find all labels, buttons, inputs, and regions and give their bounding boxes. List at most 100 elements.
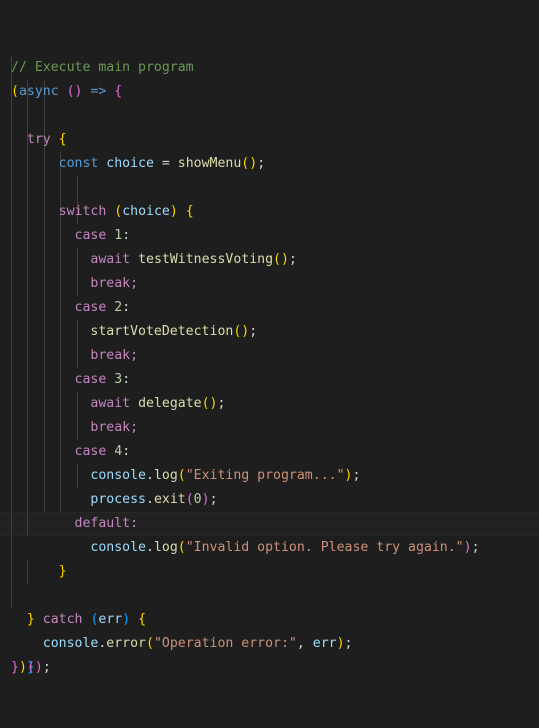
bracket-token: ( [177, 468, 186, 483]
indent-guides [0, 104, 539, 128]
code-line[interactable] [0, 104, 539, 128]
bracket-token: ( [114, 204, 123, 219]
semicolon: ; [217, 396, 226, 411]
keyword-token: default: [74, 516, 139, 531]
bracket-token: ) [463, 540, 472, 555]
bracket-token: ( [177, 540, 186, 555]
bracket-token: ( [146, 636, 154, 651]
bracket-token: ) [169, 204, 178, 219]
bracket-token: { [138, 612, 147, 627]
bracket-token: ( [185, 492, 194, 507]
function-token: testWitnessVoting [138, 252, 274, 267]
variable-token: process [90, 492, 146, 507]
string-token: "Operation error:" [153, 636, 297, 651]
keyword-token: case [74, 300, 107, 315]
semicolon: ; [352, 468, 361, 483]
keyword-token: await [90, 252, 131, 267]
colon: : [122, 444, 131, 459]
semicolon: ; [344, 636, 353, 651]
keyword-token: async [18, 84, 59, 99]
operator-token: = [153, 156, 178, 171]
keyword-token: catch [42, 612, 83, 627]
bracket-token: } [58, 564, 67, 579]
semicolon: ; [471, 540, 480, 555]
keyword-token: case [74, 228, 107, 243]
function-token: delegate [138, 396, 202, 411]
bracket-token: { [58, 132, 67, 147]
keyword-token: await [90, 396, 131, 411]
variable-token: err [312, 636, 337, 651]
function-token: exit [153, 492, 186, 507]
variable-token: choice [106, 156, 154, 171]
bracket-token: ) [34, 660, 43, 675]
colon: : [122, 300, 131, 315]
arrow-token: => [90, 84, 107, 99]
keyword-token: const [58, 156, 99, 171]
code-editor[interactable]: // Execute main program (async () => { t… [0, 0, 539, 675]
comment-token: // Execute main program [11, 60, 194, 75]
code-content[interactable]: // Execute main program (async () => { t… [0, 8, 539, 675]
function-token: log [153, 540, 178, 555]
string-token: "Exiting program..." [185, 468, 345, 483]
keyword-token: break; [90, 420, 139, 435]
bracket-token: } [11, 660, 19, 675]
semicolon: ; [42, 660, 51, 675]
string-token: "Invalid option. Please try again." [185, 540, 464, 555]
keyword-token: case [74, 372, 107, 387]
dot: . [145, 492, 154, 507]
number-token: 1 [114, 228, 123, 243]
variable-token: console [90, 468, 146, 483]
bracket-token: () [233, 324, 250, 339]
bracket-token: ) [122, 612, 131, 627]
function-token: showMenu [177, 156, 242, 171]
colon: : [122, 228, 131, 243]
bracket-token: ( [11, 84, 19, 99]
bracket-token: ) [201, 492, 210, 507]
number-token: 2 [114, 300, 123, 315]
bracket-token: ( [90, 612, 99, 627]
keyword-token: break; [90, 348, 139, 363]
bracket-token: { [185, 204, 194, 219]
comma: , [296, 636, 313, 651]
bracket-token: ( [26, 660, 35, 675]
bracket-token: () [201, 396, 218, 411]
bracket-token: () [273, 252, 289, 267]
function-token: log [153, 468, 178, 483]
bracket-token: () [66, 84, 83, 99]
variable-token: console [90, 540, 146, 555]
keyword-token: break; [90, 276, 139, 291]
code-line[interactable]: // Execute main program [0, 8, 539, 75]
semicolon: ; [209, 492, 218, 507]
bracket-token: () [241, 156, 258, 171]
semicolon: ; [249, 324, 258, 339]
function-token: error [106, 636, 146, 651]
bracket-token: ) [336, 636, 345, 651]
keyword-token: switch [58, 204, 107, 219]
keyword-token: try [26, 132, 51, 147]
variable-token: console [42, 636, 99, 651]
number-token: 0 [193, 492, 202, 507]
variable-token: err [98, 612, 123, 627]
bracket-token: ) [18, 660, 27, 675]
semicolon: ; [257, 156, 266, 171]
keyword-token: case [74, 444, 107, 459]
semicolon: ; [288, 252, 297, 267]
dot: . [145, 540, 154, 555]
number-token: 3 [114, 372, 123, 387]
function-token: startVoteDetection [90, 324, 234, 339]
dot: . [98, 636, 107, 651]
code-line[interactable]: (async () => { [0, 32, 539, 99]
bracket-token: { [114, 84, 123, 99]
number-token: 4 [114, 444, 123, 459]
colon: : [122, 372, 131, 387]
dot: . [145, 468, 154, 483]
variable-token: choice [122, 204, 170, 219]
